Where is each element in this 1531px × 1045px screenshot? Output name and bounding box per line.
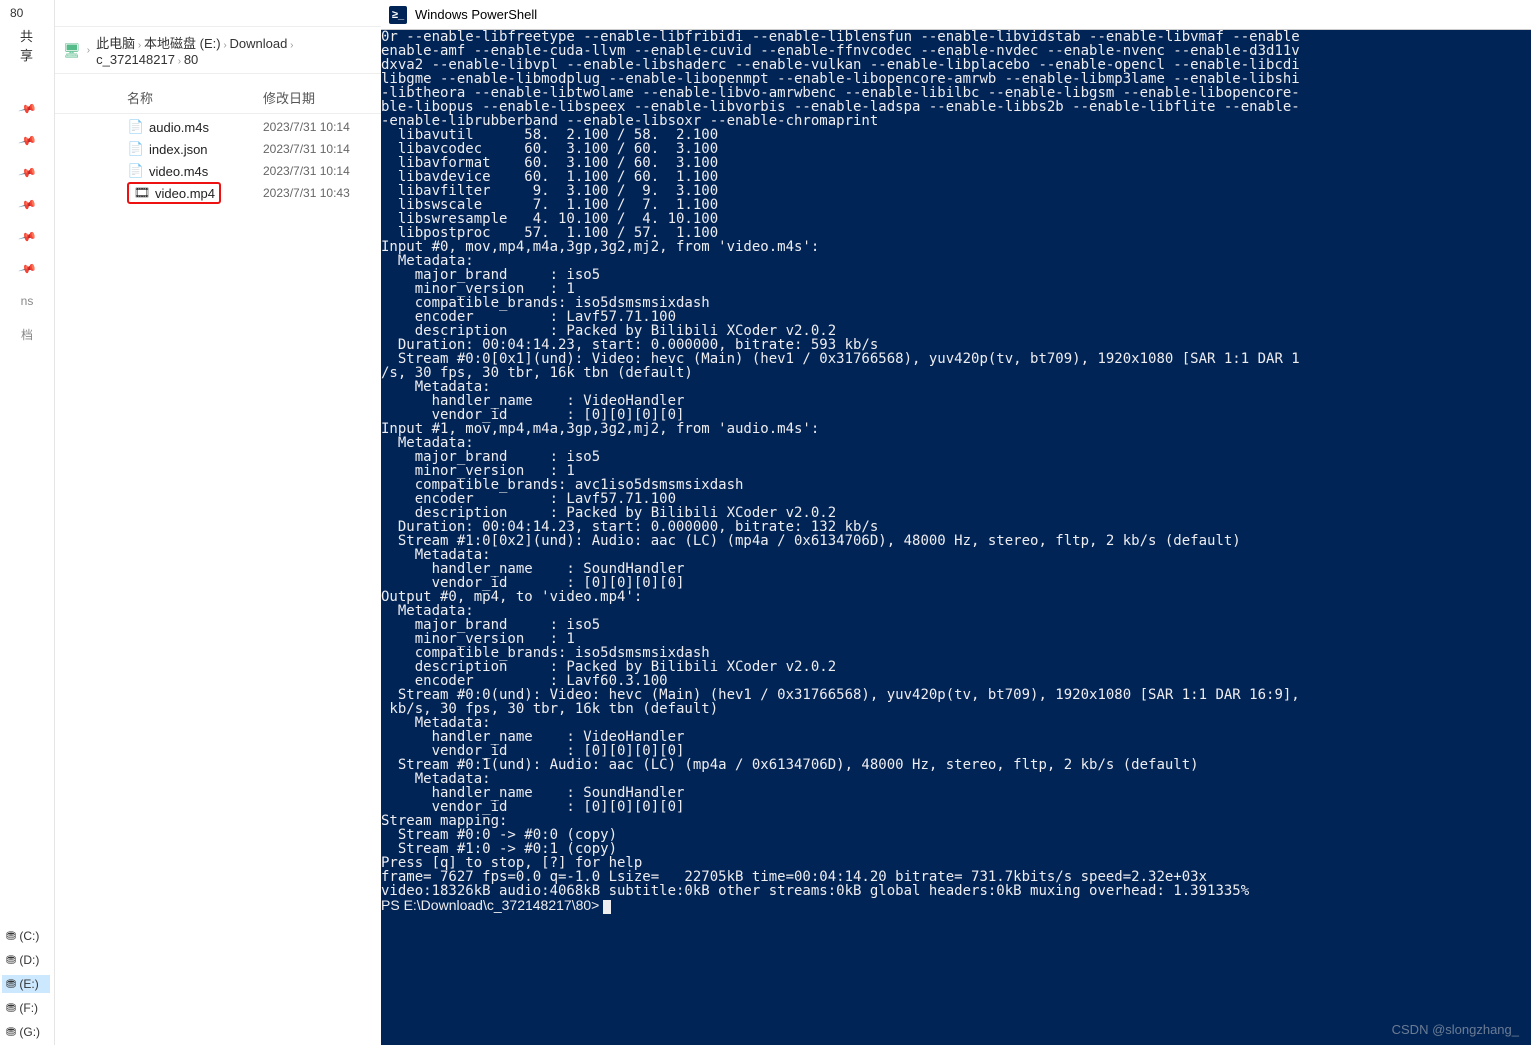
mp4-icon: 🎞 [133,184,151,202]
chevron-right-icon: › [135,40,144,51]
chevron-right-icon: › [287,40,293,51]
sidebar-text: ns [21,294,34,308]
file-date: 2023/7/31 10:14 [263,142,373,156]
pin-icon: 📌 [17,227,37,247]
drive-item[interactable]: ⛃ (G:) [2,1023,50,1041]
file-date: 2023/7/31 10:14 [263,120,373,134]
watermark: CSDN @slongzhang_ [1392,1022,1519,1037]
pin-icon: 📌 [17,131,37,151]
breadcrumb[interactable]: 🖥 › 此电脑 › 本地磁盘 (E:) › Download › c_37214… [55,26,381,74]
breadcrumb-segment[interactable]: 此电脑 [96,36,135,51]
json-icon: 📄 [127,140,145,158]
breadcrumb-segment[interactable]: 80 [184,52,198,67]
share-tab[interactable]: 共享 [20,26,33,64]
file-name: index.json [149,142,263,157]
pin-icon: 📌 [17,99,37,119]
pin-icon: 📌 [17,195,37,215]
powershell-output[interactable]: 0r --enable-libfreetype --enable-libfrib… [381,30,1531,1045]
chevron-right-icon: › [175,56,184,67]
file-date: 2023/7/31 10:14 [263,164,373,178]
pin-icon: 📌 [17,163,37,183]
drive-item[interactable]: ⛃ (E:) [2,975,50,993]
drive-item[interactable]: ⛃ (C:) [2,927,50,945]
file-row[interactable]: 📄 index.json2023/7/31 10:14 [55,138,381,160]
drive-item[interactable]: ⛃ (D:) [2,951,50,969]
chevron-right-icon: › [87,45,90,56]
column-date[interactable]: 修改日期 [263,88,373,107]
pc-icon: 🖥 [63,42,81,59]
powershell-prompt[interactable]: PS E:\Download\c_372148217\80> [381,897,603,913]
drive-item[interactable]: ⛃ (F:) [2,999,50,1017]
powershell-window: ≥_ Windows PowerShell 0r --enable-libfre… [381,0,1531,1045]
file-icon: 📄 [127,118,145,136]
address-chip: 80 [0,0,54,22]
file-explorer: 🖥 › 此电脑 › 本地磁盘 (E:) › Download › c_37214… [55,0,381,1045]
column-name[interactable]: 名称 [63,88,263,107]
powershell-titlebar[interactable]: ≥_ Windows PowerShell [381,0,1531,30]
breadcrumb-segment[interactable]: 本地磁盘 (E:) [144,36,221,51]
sidebar-text: 档 [21,326,33,343]
file-icon: 📄 [127,162,145,180]
breadcrumb-segment[interactable]: Download [229,36,287,51]
file-name: video.mp4 [155,186,215,201]
file-list[interactable]: 📄audio.m4s2023/7/31 10:14📄index.json2023… [55,114,381,1045]
file-date: 2023/7/31 10:43 [263,186,373,200]
file-row[interactable]: 📄 audio.m4s2023/7/31 10:14 [55,116,381,138]
file-name: audio.m4s [149,120,263,135]
breadcrumb-segment[interactable]: c_372148217 [96,52,175,67]
columns-header[interactable]: 名称 修改日期 [55,80,381,114]
powershell-title: Windows PowerShell [415,7,537,22]
pin-icon: 📌 [17,259,37,279]
file-row[interactable]: 🎞 video.mp4 2023/7/31 10:43 [55,182,381,204]
cursor [603,900,611,914]
file-name: video.m4s [149,164,263,179]
powershell-icon: ≥_ [389,6,407,24]
file-row[interactable]: 📄 video.m4s2023/7/31 10:14 [55,160,381,182]
left-edge-panel: 80 共享 查看 📌 📌 📌 📌 📌 📌 ns 档 ⛃ (C:)⛃ (D:)⛃ … [0,0,55,1045]
